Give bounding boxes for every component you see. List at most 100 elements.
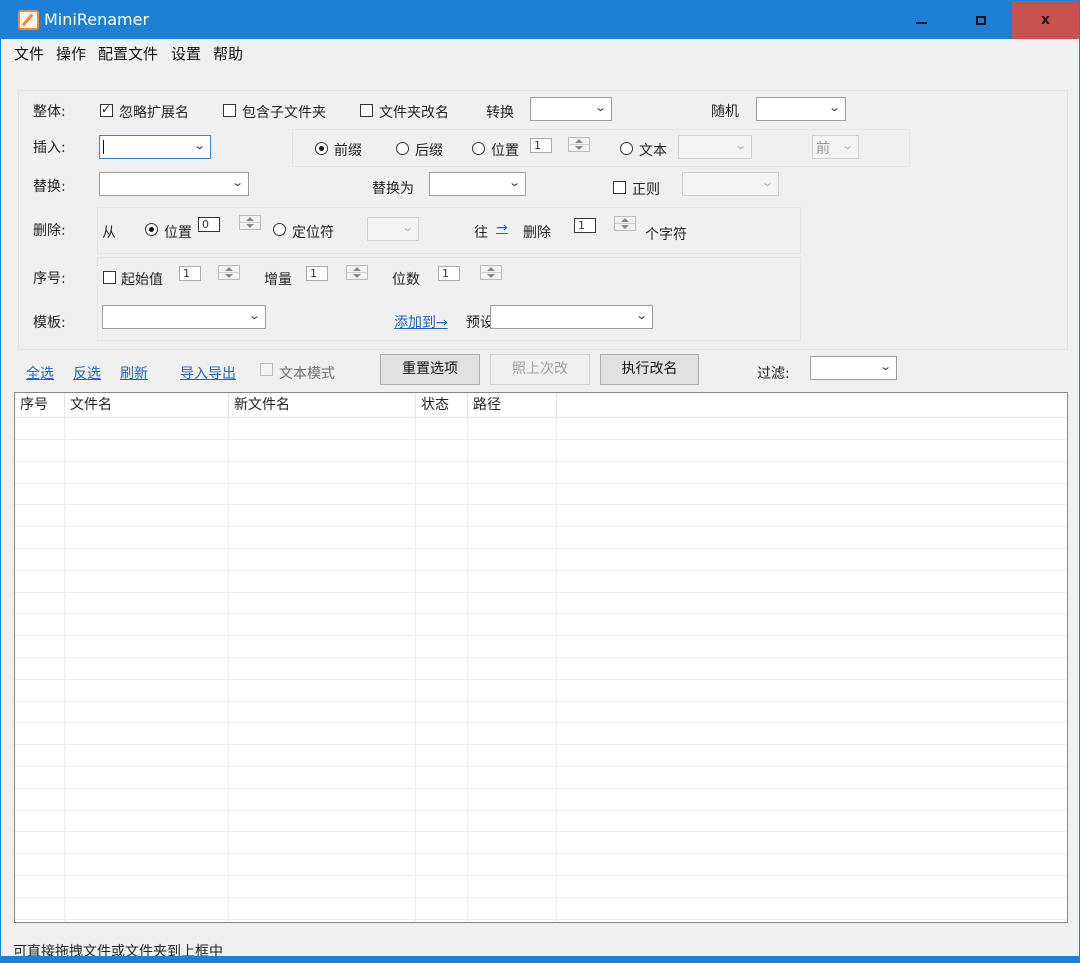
- insert-suffix-radio[interactable]: [396, 142, 409, 155]
- delete-count-spinner[interactable]: [614, 216, 636, 231]
- ignore-ext-label[interactable]: 忽略扩展名: [119, 102, 189, 122]
- column-header-path[interactable]: 路径: [468, 393, 557, 418]
- insert-prefix-label[interactable]: 前缀: [334, 140, 362, 160]
- maximize-button[interactable]: [951, 1, 1011, 39]
- insert-prefix-radio[interactable]: [315, 142, 328, 155]
- delete-label: 删除:: [33, 223, 66, 239]
- table-row[interactable]: [15, 898, 1067, 920]
- invert-selection-link[interactable]: 反选: [73, 363, 101, 383]
- regex-label[interactable]: 正则: [632, 179, 660, 199]
- delete-count-input[interactable]: 1: [574, 218, 596, 233]
- delete-position-label[interactable]: 位置: [164, 222, 192, 242]
- table-row[interactable]: [15, 527, 1067, 549]
- table-row[interactable]: [15, 789, 1067, 811]
- delete-locator-radio[interactable]: [273, 223, 286, 236]
- insert-position-input[interactable]: 1: [530, 138, 552, 153]
- column-header-status[interactable]: 状态: [416, 393, 468, 418]
- table-row[interactable]: [15, 723, 1067, 746]
- import-export-link[interactable]: 导入导出: [180, 363, 236, 383]
- text-mode-checkbox[interactable]: [260, 363, 273, 376]
- table-row[interactable]: [15, 592, 1067, 615]
- column-header-filename[interactable]: 文件名: [65, 393, 229, 418]
- insert-text-radio[interactable]: [620, 142, 633, 155]
- add-to-preset-link[interactable]: 添加到→: [394, 312, 448, 332]
- delete-position-radio[interactable]: [145, 223, 158, 236]
- chevron-down-icon: ⌄: [400, 221, 414, 234]
- rename-folders-checkbox[interactable]: [360, 104, 373, 117]
- insert-text-combo[interactable]: ⌄: [99, 135, 211, 159]
- file-list-table[interactable]: 序号 文件名 新文件名 状态 路径: [14, 392, 1068, 923]
- table-row[interactable]: [15, 680, 1067, 702]
- menu-settings[interactable]: 设置: [171, 43, 201, 64]
- delete-locator-select[interactable]: ⌄: [367, 217, 419, 241]
- table-row[interactable]: [15, 418, 1067, 440]
- insert-front-select[interactable]: 前 ⌄: [812, 135, 859, 159]
- preset-select[interactable]: ⌄: [490, 305, 653, 329]
- table-row[interactable]: [15, 876, 1067, 898]
- delete-count-label: 删除: [523, 225, 551, 241]
- regex-checkbox[interactable]: [613, 181, 626, 194]
- delete-direction-toggle[interactable]: →: [496, 220, 508, 236]
- table-row[interactable]: [15, 614, 1067, 637]
- delete-position-input[interactable]: 0: [198, 217, 220, 232]
- sequence-digits-spinner[interactable]: [480, 265, 502, 280]
- select-all-link[interactable]: 全选: [26, 363, 54, 383]
- close-button[interactable]: x: [1012, 1, 1079, 39]
- menu-config-file[interactable]: 配置文件: [98, 43, 158, 64]
- sequence-start-input[interactable]: 1: [179, 266, 201, 281]
- delete-locator-label[interactable]: 定位符: [292, 222, 334, 242]
- include-subfolders-checkbox[interactable]: [223, 104, 236, 117]
- table-row[interactable]: [15, 462, 1067, 484]
- table-row[interactable]: [15, 767, 1067, 789]
- apply-last-change-button[interactable]: 照上次改: [490, 354, 590, 385]
- delete-position-spinner[interactable]: [239, 215, 261, 230]
- sequence-digits-input[interactable]: 1: [438, 266, 460, 281]
- table-row[interactable]: [15, 636, 1067, 658]
- sequence-start-checkbox[interactable]: [103, 271, 116, 284]
- menu-help[interactable]: 帮助: [213, 43, 243, 64]
- insert-position-spinner[interactable]: [568, 137, 590, 152]
- convert-select[interactable]: ⌄: [530, 97, 612, 121]
- random-label: 随机: [711, 104, 739, 120]
- menu-file[interactable]: 文件: [14, 43, 44, 64]
- table-row[interactable]: [15, 745, 1067, 767]
- table-row[interactable]: [15, 810, 1067, 833]
- table-row[interactable]: [15, 440, 1067, 462]
- sequence-step-input[interactable]: 1: [306, 266, 328, 281]
- template-select[interactable]: ⌄: [102, 305, 266, 329]
- table-row[interactable]: [15, 658, 1067, 680]
- replace-find-select[interactable]: ⌄: [99, 172, 249, 196]
- minimize-button[interactable]: [891, 1, 951, 39]
- text-mode-label[interactable]: 文本模式: [279, 363, 335, 383]
- refresh-link[interactable]: 刷新: [120, 363, 148, 383]
- table-row[interactable]: [15, 854, 1067, 876]
- column-header-new-filename[interactable]: 新文件名: [229, 393, 416, 418]
- insert-position-label[interactable]: 位置: [491, 140, 519, 160]
- insert-suffix-label[interactable]: 后缀: [415, 140, 443, 160]
- insert-text-select[interactable]: ⌄: [678, 135, 752, 159]
- window-bottom-border: [1, 956, 1080, 963]
- execute-rename-button[interactable]: 执行改名: [600, 354, 699, 385]
- reset-options-button[interactable]: 重置选项: [380, 354, 480, 385]
- regex-select[interactable]: ⌄: [682, 172, 779, 196]
- insert-position-radio[interactable]: [472, 142, 485, 155]
- ignore-ext-checkbox[interactable]: [100, 102, 113, 117]
- replace-with-select[interactable]: ⌄: [429, 172, 526, 196]
- table-row[interactable]: [15, 832, 1067, 855]
- menu-operation[interactable]: 操作: [56, 43, 86, 64]
- sequence-step-spinner[interactable]: [346, 265, 368, 280]
- filter-select[interactable]: ⌄: [810, 356, 897, 380]
- include-subfolders-label[interactable]: 包含子文件夹: [242, 102, 326, 122]
- table-row[interactable]: [15, 505, 1067, 528]
- column-header-index[interactable]: 序号: [15, 393, 65, 418]
- insert-text-label[interactable]: 文本: [639, 140, 667, 160]
- table-row[interactable]: [15, 701, 1067, 724]
- rename-folders-label[interactable]: 文件夹改名: [379, 102, 449, 122]
- sequence-start-spinner[interactable]: [218, 265, 240, 280]
- table-row[interactable]: [15, 571, 1067, 593]
- sequence-start-label[interactable]: 起始值: [121, 269, 163, 289]
- table-row[interactable]: [15, 549, 1067, 571]
- table-row[interactable]: [15, 483, 1067, 506]
- maximize-icon: [976, 15, 986, 25]
- random-select[interactable]: ⌄: [756, 97, 846, 121]
